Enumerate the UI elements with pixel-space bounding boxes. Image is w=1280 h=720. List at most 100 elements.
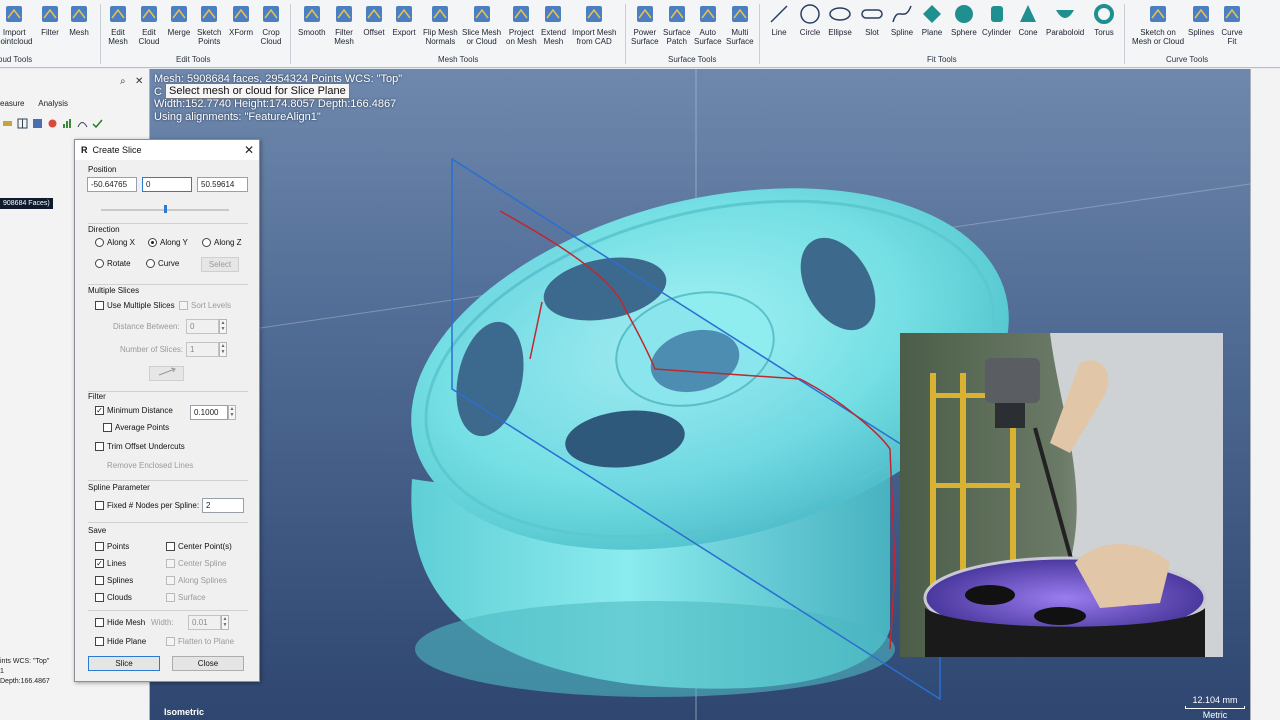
tool-label: Project on Mesh xyxy=(506,28,537,46)
tool-edit-mesh[interactable]: Edit Mesh xyxy=(106,2,130,52)
tool-offset[interactable]: Offset xyxy=(362,2,386,52)
tool-line[interactable]: Line xyxy=(767,2,791,52)
tool-filter-mesh[interactable]: Filter Mesh xyxy=(332,2,356,52)
tool-torus[interactable]: Torus xyxy=(1092,2,1116,52)
trim-offset-undercuts-checkbox[interactable]: Trim Offset Undercuts xyxy=(95,442,185,451)
minimum-distance-checkbox[interactable]: ✓ Minimum Distance xyxy=(95,406,173,415)
position-y-field[interactable]: 0 xyxy=(142,177,192,192)
fixed-nodes-field[interactable]: 2 xyxy=(202,498,244,513)
tool-sketch-on-mesh[interactable]: Sketch on Mesh or Cloud xyxy=(1132,2,1184,52)
tool-sphere[interactable]: Sphere xyxy=(951,2,977,52)
tool-slice-mesh[interactable]: Slice Mesh or Cloud xyxy=(462,2,501,52)
tool-curve-fit[interactable]: Curve Fit xyxy=(1220,2,1244,52)
radio-rotate[interactable]: Rotate xyxy=(95,259,131,268)
tool-label: Splines xyxy=(1188,28,1215,37)
tool-flip-mesh-normals[interactable]: Flip Mesh Normals xyxy=(423,2,458,52)
tool-cone[interactable]: Cone xyxy=(1016,2,1040,52)
filter-mesh-icon xyxy=(336,6,352,22)
flatten-to-plane-checkbox[interactable]: Flatten to Plane xyxy=(166,637,234,646)
tool-project-on-mesh[interactable]: Project on Mesh xyxy=(506,2,537,52)
dialog-titlebar[interactable]: R Create Slice xyxy=(75,140,259,160)
sort-levels-checkbox[interactable]: Sort Levels xyxy=(179,301,231,310)
tool-xform[interactable]: XForm xyxy=(229,2,253,52)
radio-along-z[interactable]: Along Z xyxy=(202,238,242,247)
tool-filter[interactable]: Filter xyxy=(38,2,62,52)
center-points-checkbox[interactable]: Center Point(s) xyxy=(166,542,232,551)
tool-surface-patch[interactable]: Surface Patch xyxy=(663,2,691,52)
along-splines-checkbox[interactable]: Along Splines xyxy=(166,576,227,585)
check-icon[interactable] xyxy=(92,118,103,129)
width-field[interactable]: 0.01 xyxy=(188,615,221,630)
pin-icon[interactable]: ⌕ xyxy=(120,76,126,87)
tool-label: Extend Mesh xyxy=(541,28,566,46)
tool-slot[interactable]: Slot xyxy=(860,2,884,52)
center-spline-checkbox[interactable]: Center Spline xyxy=(166,559,226,568)
position-x-field[interactable]: -50.64765 xyxy=(87,177,137,192)
curve-icon[interactable] xyxy=(77,118,88,129)
minimum-distance-field[interactable]: 0.1000 xyxy=(190,405,228,420)
tool-paraboloid[interactable]: Paraboloid xyxy=(1046,2,1084,52)
save-lines-checkbox[interactable]: ✓ Lines xyxy=(95,559,126,568)
average-points-checkbox[interactable]: Average Points xyxy=(103,423,169,432)
mesh-icon xyxy=(71,6,87,22)
apply-multiple-button[interactable] xyxy=(149,366,184,381)
tree-item-mesh[interactable]: 908684 Faces) xyxy=(0,198,53,209)
tool-export[interactable]: Export xyxy=(392,2,416,52)
surface-checkbox[interactable]: Surface xyxy=(166,593,206,602)
tool-mesh[interactable]: Mesh xyxy=(67,2,91,52)
distance-spinner[interactable]: ▲ ▼ xyxy=(219,319,227,334)
chart-icon[interactable] xyxy=(62,118,73,129)
book-icon[interactable] xyxy=(32,118,43,129)
width-spinner[interactable]: ▲ ▼ xyxy=(221,615,229,630)
close-button[interactable]: Close xyxy=(172,656,244,671)
tool-label: Surface Patch xyxy=(663,28,691,46)
paraboloid-icon xyxy=(1056,10,1075,18)
ribbon-group-label: Fit Tools xyxy=(927,55,957,64)
tool-plane[interactable]: Plane xyxy=(920,2,944,52)
tool-spline[interactable]: Spline xyxy=(890,2,914,52)
ribbon-group-label: Surface Tools xyxy=(668,55,717,64)
position-slider-thumb[interactable] xyxy=(164,205,167,213)
radio-along-x[interactable]: Along X xyxy=(95,238,135,247)
tool-power-surface[interactable]: Power Surface xyxy=(631,2,659,52)
radio-along-y[interactable]: Along Y xyxy=(148,238,188,247)
save-splines-checkbox[interactable]: Splines xyxy=(95,576,133,585)
minimum-distance-spinner[interactable]: ▲ ▼ xyxy=(228,405,236,420)
hide-plane-checkbox[interactable]: Hide Plane xyxy=(95,637,146,646)
select-button[interactable]: Select xyxy=(201,257,239,272)
measure-icon[interactable] xyxy=(2,118,13,129)
distance-between-label: Distance Between: xyxy=(113,322,180,331)
tab-measure[interactable]: easure xyxy=(0,99,24,108)
tool-import-pointcloud[interactable]: Importpointcloud xyxy=(0,2,32,52)
tool-auto-surface[interactable]: Auto Surface xyxy=(694,2,722,52)
use-multiple-slices-checkbox[interactable]: Use Multiple Slices xyxy=(95,301,175,310)
tool-crop-cloud[interactable]: Crop Cloud xyxy=(259,2,283,52)
tool-import-mesh-from-cad[interactable]: Import Mesh from CAD xyxy=(572,2,616,52)
panel-close-icon[interactable]: ✕ xyxy=(135,76,143,87)
tool-splines[interactable]: Splines xyxy=(1188,2,1214,52)
save-points-checkbox[interactable]: Points xyxy=(95,542,129,551)
save-clouds-checkbox[interactable]: Clouds xyxy=(95,593,132,602)
tool-multi-surface[interactable]: Multi Surface xyxy=(726,2,754,52)
tool-ellipse[interactable]: Ellipse xyxy=(828,2,852,52)
distance-between-field[interactable]: 0 xyxy=(186,319,219,334)
tool-extend-mesh[interactable]: Extend Mesh xyxy=(541,2,566,52)
number-spinner[interactable]: ▲ ▼ xyxy=(219,342,227,357)
radio-curve[interactable]: Curve xyxy=(146,259,179,268)
grid-icon[interactable] xyxy=(17,118,28,129)
tab-analysis[interactable]: Analysis xyxy=(38,99,68,108)
position-z-field[interactable]: 50.59614 xyxy=(197,177,248,192)
fixed-nodes-checkbox[interactable]: Fixed # Nodes per Spline: xyxy=(95,501,199,510)
tool-smooth[interactable]: Smooth xyxy=(298,2,326,52)
remove-enclosed-lines-checkbox[interactable]: Remove Enclosed Lines xyxy=(95,461,193,470)
hide-mesh-checkbox[interactable]: Hide Mesh xyxy=(95,618,145,627)
tool-sketch-points[interactable]: Sketch Points xyxy=(197,2,221,52)
tool-circle[interactable]: Circle xyxy=(798,2,822,52)
dialog-close-icon[interactable]: ✕ xyxy=(244,143,254,157)
tool-edit-cloud[interactable]: Edit Cloud xyxy=(137,2,161,52)
sphere-icon[interactable] xyxy=(47,118,58,129)
slice-button[interactable]: Slice xyxy=(88,656,160,671)
tool-cylinder[interactable]: Cylinder xyxy=(982,2,1011,52)
number-of-slices-field[interactable]: 1 xyxy=(186,342,219,357)
tool-merge[interactable]: Merge xyxy=(167,2,191,52)
